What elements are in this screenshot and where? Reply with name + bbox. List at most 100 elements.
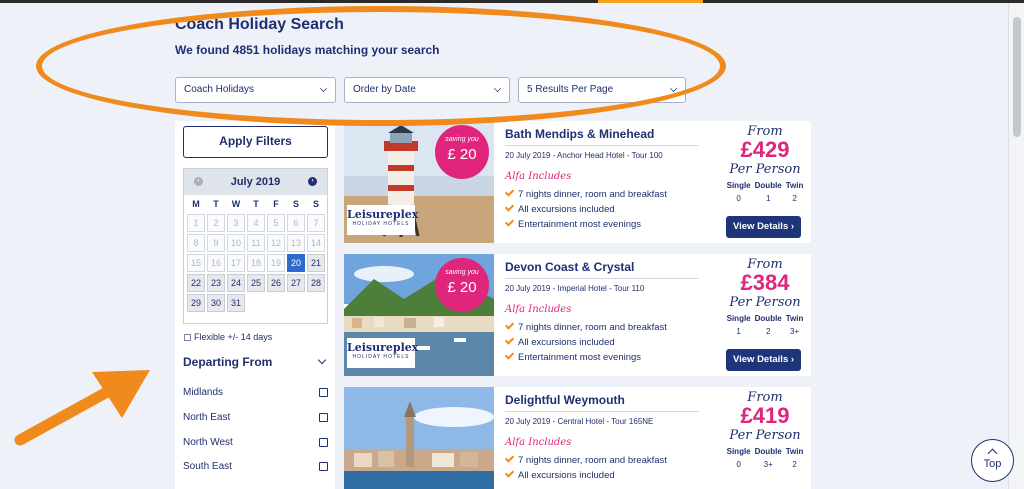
calendar-weekdays: MTWTFSS <box>184 199 327 209</box>
region-midlands-checkbox[interactable] <box>319 388 328 397</box>
single-count: 0 <box>736 194 741 203</box>
double-label: Double <box>754 314 782 323</box>
check-icon <box>504 335 515 345</box>
flexible-checkbox[interactable] <box>184 334 191 341</box>
include-item: 7 nights dinner, room and breakfast <box>504 320 667 333</box>
calendar-day: 19 <box>267 254 285 272</box>
region-south-east-checkbox[interactable] <box>319 462 328 471</box>
region-north-east: North East <box>183 412 231 423</box>
calendar-day[interactable]: 22 <box>187 274 205 292</box>
apply-filters-button[interactable]: Apply Filters <box>183 126 328 158</box>
calendar-month: July 2019 <box>230 176 281 188</box>
saving-label: saving you <box>445 269 479 276</box>
calendar-day: 13 <box>287 234 305 252</box>
check-icon <box>504 217 515 227</box>
prev-month-icon[interactable]: ‹ <box>194 177 203 186</box>
calendar-day: 18 <box>247 254 265 272</box>
calendar-day[interactable]: 28 <box>307 274 325 292</box>
region-north-east-checkbox[interactable] <box>319 413 328 422</box>
calendar-day[interactable]: 26 <box>267 274 285 292</box>
weymouth-photo <box>344 387 494 489</box>
holiday-title[interactable]: Bath Mendips & Minehead <box>505 127 654 141</box>
annotation-arrow-icon <box>14 370 150 446</box>
include-text: 7 nights dinner, room and breakfast <box>518 322 667 333</box>
calendar-day: 5 <box>267 214 285 232</box>
double-count: 1 <box>765 194 771 203</box>
twin-label: Twin <box>785 314 804 323</box>
calendar-day[interactable]: 29 <box>187 294 205 312</box>
weekday-label: W <box>231 199 241 209</box>
calendar-day: 9 <box>207 234 225 252</box>
single-label: Single <box>726 447 751 456</box>
calendar-day: 3 <box>227 214 245 232</box>
region-midlands: Midlands <box>183 387 224 398</box>
calendar-day[interactable]: 31 <box>227 294 245 312</box>
region-north-west: North West <box>183 437 233 448</box>
calendar-day: 12 <box>267 234 285 252</box>
divider <box>505 411 699 412</box>
include-text: All excursions included <box>518 337 615 348</box>
occupancy: Single 1 Double 2 Twin 3+ <box>719 314 811 336</box>
result-card: saving you £ 20 Leisureplex HOLIDAY HOTE… <box>344 254 811 376</box>
view-details-button[interactable]: View Details › <box>726 216 801 238</box>
twin-label: Twin <box>785 447 804 456</box>
calendar-day: 8 <box>187 234 205 252</box>
include-item: All excursions included <box>504 468 615 481</box>
include-text: Entertainment most evenings <box>518 219 642 230</box>
twin-count: 3+ <box>790 327 800 336</box>
check-icon <box>504 350 515 360</box>
weekday-label: S <box>292 199 299 209</box>
single-count: 1 <box>736 327 741 336</box>
calendar-day: 7 <box>307 214 325 232</box>
holiday-title[interactable]: Delightful Weymouth <box>505 393 625 407</box>
calendar-day[interactable]: 23 <box>207 274 225 292</box>
include-text: All excursions included <box>518 470 615 481</box>
lighthouse-photo: saving you £ 20 Leisureplex HOLIDAY HOTE… <box>344 121 494 243</box>
calendar-day[interactable]: 24 <box>227 274 245 292</box>
check-icon <box>504 453 515 463</box>
view-details-button[interactable]: View Details › <box>726 349 801 371</box>
calendar-day: 1 <box>187 214 205 232</box>
calendar-day[interactable]: 20 <box>287 254 305 272</box>
weekday-label: F <box>273 199 279 209</box>
region-north-west-checkbox[interactable] <box>319 438 328 447</box>
scrollbar[interactable] <box>1008 3 1024 489</box>
flexible-label: Flexible +/- 14 days <box>194 332 273 342</box>
departing-from-heading[interactable]: Departing From <box>183 355 272 369</box>
next-month-icon[interactable]: › <box>308 177 317 186</box>
calendar-day: 10 <box>227 234 245 252</box>
weymouth-image <box>344 387 494 489</box>
include-item: 7 nights dinner, room and breakfast <box>504 453 667 466</box>
double-label: Double <box>754 181 782 190</box>
holiday-title[interactable]: Devon Coast & Crystal <box>505 260 634 274</box>
single-label: Single <box>726 181 751 190</box>
back-to-top-button[interactable]: Top <box>971 439 1014 482</box>
calendar-header: ‹ July 2019 › <box>184 169 327 195</box>
calendar-day[interactable]: 30 <box>207 294 225 312</box>
twin-count: 2 <box>792 194 797 203</box>
holiday-meta: 20 July 2019 - Imperial Hotel - Tour 110 <box>505 284 645 293</box>
brand-sub: HOLIDAY HOTELS <box>352 221 410 227</box>
calendar-day[interactable]: 27 <box>287 274 305 292</box>
flexible-dates-option[interactable]: Flexible +/- 14 days <box>184 332 272 342</box>
calendar-day: 14 <box>307 234 325 252</box>
check-icon <box>504 202 515 212</box>
check-icon <box>504 187 515 197</box>
brand-name: Leisureplex <box>347 341 419 354</box>
scrollbar-thumb[interactable] <box>1013 17 1021 137</box>
holiday-meta: 20 July 2019 - Central Hotel - Tour 165N… <box>505 417 654 426</box>
calendar-day: 17 <box>227 254 245 272</box>
calendar-day[interactable]: 25 <box>247 274 265 292</box>
result-card: Delightful Weymouth 20 July 2019 - Centr… <box>344 387 811 489</box>
include-item: All excursions included <box>504 335 615 348</box>
per-person-label: Per Person <box>729 428 801 443</box>
price-panel: From £419 Per Person Single 0 Double 3+ Tw… <box>719 387 811 489</box>
saving-badge: saving you £ 20 <box>435 258 489 312</box>
calendar-day[interactable]: 21 <box>307 254 325 272</box>
price-panel: From £429 Per Person Single 0 Double 1 Twi… <box>719 121 811 243</box>
saving-amount: £ 20 <box>447 146 477 163</box>
weekday-label: S <box>312 199 319 209</box>
brand-name: Leisureplex <box>347 208 419 221</box>
occupancy: Single 0 Double 3+ Twin 2 <box>719 447 811 469</box>
holiday-meta: 20 July 2019 - Anchor Head Hotel - Tour … <box>505 151 663 160</box>
